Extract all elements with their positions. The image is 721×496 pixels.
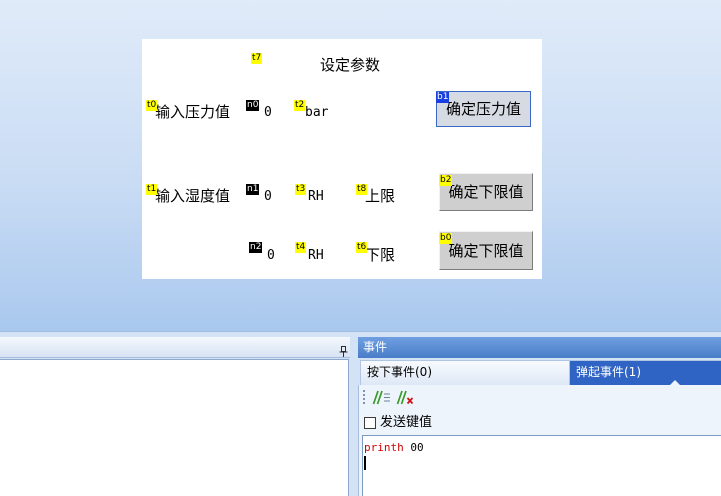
hmi-page[interactable]: t7 设定参数 t0 输入压力值 n0 0 t2 bar 确定压力值 b1 t1… — [142, 39, 542, 279]
left-panel-body — [0, 359, 349, 496]
component-b2-id-tag: b2 — [439, 175, 453, 186]
tab-press-event[interactable]: 按下事件(0) — [360, 360, 570, 385]
auto-hide-pin-button[interactable] — [339, 342, 348, 357]
event-panel: 事件 按下事件(0) 弹起事件(1) 发送键值 printh 00 — [358, 337, 721, 496]
send-key-value-label[interactable]: 发送键值 — [380, 415, 432, 431]
left-panel-header[interactable] — [0, 337, 350, 358]
component-t2-id-tag: t2 — [294, 100, 306, 111]
component-t4-text[interactable]: RH — [308, 249, 324, 263]
component-b0-button[interactable]: 确定下限值 — [439, 231, 533, 270]
component-b1-id-tag: b1 — [436, 92, 450, 103]
code-argument: 00 — [410, 441, 424, 454]
send-key-value-checkbox[interactable] — [364, 417, 376, 429]
code-line: printh 00 — [364, 440, 424, 455]
component-n0-number[interactable]: 0 — [264, 106, 272, 120]
send-key-value-checkbox-row[interactable]: 发送键值 — [364, 415, 444, 431]
component-n1-number[interactable]: 0 — [264, 190, 272, 204]
component-t3-text[interactable]: RH — [308, 190, 324, 204]
component-t7-id-tag: t7 — [251, 53, 263, 64]
component-t0-id-tag: t0 — [146, 100, 158, 111]
component-t3-id-tag: t3 — [295, 184, 307, 195]
comment-icon — [372, 390, 390, 405]
pin-icon — [339, 346, 348, 357]
component-n1-id-tag: n1 — [246, 184, 260, 195]
component-t6-text[interactable]: 下限 — [365, 247, 395, 263]
component-t1-text[interactable]: 输入湿度值 — [155, 188, 230, 204]
component-t7-text[interactable]: 设定参数 — [320, 57, 380, 73]
uncomment-button[interactable] — [396, 389, 415, 406]
component-b2-button[interactable]: 确定下限值 — [439, 173, 533, 211]
toolbar-grip-handle[interactable] — [363, 390, 365, 406]
component-t1-id-tag: t1 — [146, 184, 158, 195]
tab-release-event-label: 弹起事件(1) — [576, 365, 641, 379]
tab-press-event-label: 按下事件(0) — [367, 365, 432, 379]
component-t8-id-tag: t8 — [356, 184, 368, 195]
text-caret — [364, 456, 366, 470]
component-b1-button[interactable]: 确定压力值 — [436, 91, 531, 127]
component-n2-id-tag: n2 — [249, 242, 263, 253]
tab-release-event[interactable]: 弹起事件(1) — [570, 360, 721, 385]
event-code-editor[interactable]: printh 00 — [362, 435, 721, 496]
event-content: 发送键值 printh 00 — [358, 385, 721, 496]
component-n0-id-tag: n0 — [246, 100, 260, 111]
component-t4-id-tag: t4 — [295, 242, 307, 253]
component-t8-text[interactable]: 上限 — [365, 188, 395, 204]
design-canvas-area: t7 设定参数 t0 输入压力值 n0 0 t2 bar 确定压力值 b1 t1… — [0, 0, 721, 331]
component-t6-id-tag: t6 — [356, 242, 368, 253]
uncomment-icon — [396, 390, 414, 405]
component-b0-id-tag: b0 — [439, 233, 453, 244]
component-n2-number[interactable]: 0 — [267, 249, 275, 263]
comment-button[interactable] — [372, 389, 391, 406]
event-panel-title: 事件 — [363, 340, 388, 354]
component-t2-text[interactable]: bar — [305, 106, 328, 120]
code-keyword: printh — [364, 441, 404, 454]
left-dock-panel — [0, 337, 350, 496]
event-panel-header[interactable]: 事件 — [358, 337, 721, 358]
component-t0-text[interactable]: 输入压力值 — [155, 104, 230, 120]
